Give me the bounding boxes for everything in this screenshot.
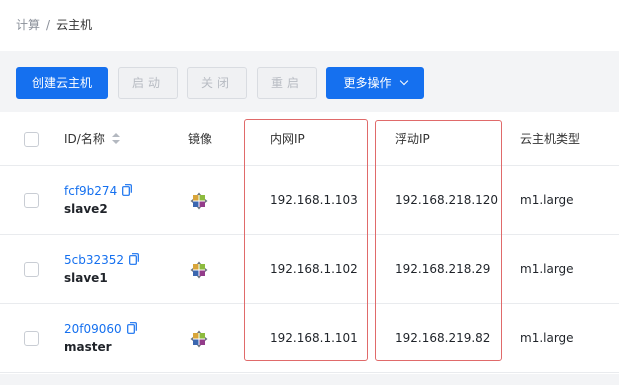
- select-all-checkbox[interactable]: [24, 132, 39, 147]
- instance-type-cell: m1.large: [520, 262, 574, 276]
- inner-ip-cell: 192.168.1.102: [270, 262, 358, 276]
- table-row: fcf9b274 slave2 192.168.1.103 192.168.21…: [0, 166, 619, 235]
- column-header-id-name[interactable]: ID/名称: [64, 112, 105, 166]
- toolbar: 创建云主机 启动 关闭 重启 更多操作: [0, 52, 619, 112]
- more-actions-button[interactable]: 更多操作: [326, 67, 424, 99]
- row-checkbox[interactable]: [24, 331, 39, 346]
- more-actions-label: 更多操作: [343, 76, 392, 90]
- breadcrumb-current: 云主机: [56, 18, 93, 32]
- instance-id[interactable]: fcf9b274: [64, 184, 117, 198]
- sort-icon[interactable]: [112, 133, 120, 145]
- row-checkbox[interactable]: [24, 193, 39, 208]
- instance-name: slave2: [64, 202, 108, 216]
- inner-ip-cell: 192.168.1.101: [270, 331, 358, 345]
- breadcrumb: 计算 / 云主机: [16, 17, 92, 33]
- inner-ip-cell: 192.168.1.103: [270, 193, 358, 207]
- centos-logo-icon: [190, 192, 208, 210]
- column-header-floating-ip: 浮动IP: [395, 132, 430, 146]
- centos-logo-icon: [190, 261, 208, 279]
- copy-icon[interactable]: [122, 184, 133, 196]
- floating-ip-cell: 192.168.218.120: [395, 193, 499, 207]
- column-header-inner-ip: 内网IP: [270, 132, 305, 146]
- instance-name: slave1: [64, 271, 108, 285]
- copy-icon[interactable]: [129, 253, 139, 265]
- breadcrumb-separator: /: [46, 18, 51, 32]
- instance-name: master: [64, 340, 112, 354]
- instance-id[interactable]: 5cb32352: [64, 253, 124, 267]
- row-checkbox[interactable]: [24, 262, 39, 277]
- create-instance-button[interactable]: 创建云主机: [16, 67, 108, 99]
- instance-type-cell: m1.large: [520, 331, 574, 345]
- copy-icon[interactable]: [126, 322, 137, 334]
- top-bar: 计算 / 云主机: [0, 0, 619, 51]
- chevron-down-icon: [399, 76, 408, 86]
- instance-id-link[interactable]: 5cb32352: [64, 252, 139, 268]
- reboot-button[interactable]: 重启: [257, 67, 317, 99]
- table-header: ID/名称 镜像 内网IP 浮动IP 云主机类型: [0, 112, 619, 166]
- floating-ip-cell: 192.168.219.82: [395, 331, 491, 345]
- instance-id-link[interactable]: 20f09060: [64, 321, 137, 337]
- centos-logo-icon: [190, 330, 208, 348]
- breadcrumb-compute[interactable]: 计算: [16, 18, 40, 32]
- shutdown-button[interactable]: 关闭: [187, 67, 247, 99]
- column-header-instance-type: 云主机类型: [520, 132, 581, 146]
- column-header-image: 镜像: [188, 132, 213, 146]
- start-button[interactable]: 启动: [118, 67, 178, 99]
- table-row: 20f09060 master 192.168.1.101 192.168.21…: [0, 304, 619, 373]
- instance-table: ID/名称 镜像 内网IP 浮动IP 云主机类型 fcf9b274 slave2…: [0, 112, 619, 374]
- floating-ip-cell: 192.168.218.29: [395, 262, 491, 276]
- instance-id-link[interactable]: fcf9b274: [64, 183, 133, 199]
- instance-id[interactable]: 20f09060: [64, 322, 122, 336]
- table-row: 5cb32352 slave1 192.168.1.102 192.168.21…: [0, 235, 619, 304]
- instance-type-cell: m1.large: [520, 193, 574, 207]
